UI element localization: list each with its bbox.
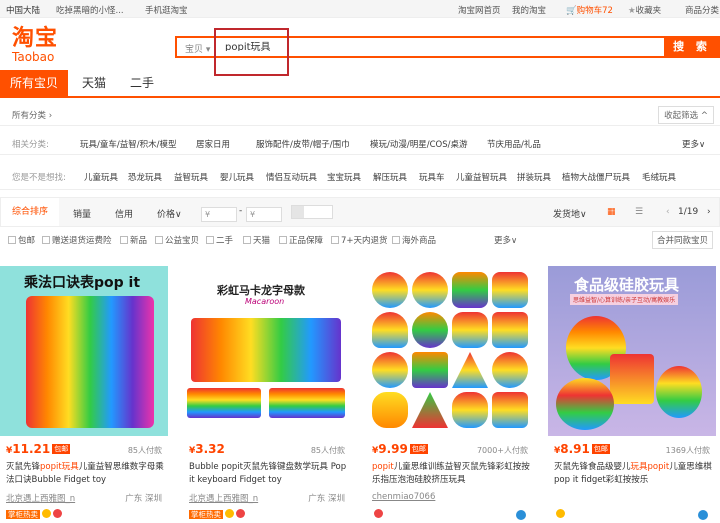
shop-link[interactable]: chenmiao7066: [372, 492, 435, 502]
tab-all[interactable]: 所有宝贝: [0, 70, 69, 96]
my-taobao-link[interactable]: 我的淘宝: [512, 4, 546, 16]
taobao-logo[interactable]: 淘宝 Taobao: [12, 28, 58, 65]
shop-link[interactable]: 北京遇上西雅图_n: [189, 492, 258, 504]
suggest-item[interactable]: 儿童玩具: [84, 171, 118, 183]
filter-checkbox[interactable]: 赠送退货运费险: [42, 234, 112, 246]
cart-icon: 🛒: [566, 6, 577, 16]
suggest-item[interactable]: 玩具车: [419, 171, 445, 183]
suggest-item[interactable]: 毛绒玩具: [642, 171, 676, 183]
cart-link[interactable]: 🛒购物车72: [566, 4, 613, 16]
collapse-filter-button[interactable]: 收起筛选 ^: [658, 106, 714, 124]
sort-bar: 综合排序 销量 信用 价格∨ ¥ - ¥ 发货地∨ ▦ ☰ ‹ 1/19 ›: [0, 197, 720, 227]
popit-toy: [556, 378, 614, 430]
prev-page-button[interactable]: ‹: [666, 207, 670, 217]
crown-icon: [42, 509, 51, 518]
popit-shapes: [372, 272, 528, 428]
price-max-input[interactable]: ¥: [246, 207, 282, 222]
filter-checkbox[interactable]: 二手: [206, 234, 233, 246]
price-range-chart: [291, 205, 333, 219]
user-link[interactable]: 吃掉黑暗的小怪...: [56, 4, 124, 16]
sort-credit[interactable]: 信用: [115, 207, 133, 220]
sort-sales[interactable]: 销量: [73, 207, 91, 220]
product-image[interactable]: 彩虹马卡龙字母款 Macaroon: [183, 266, 351, 436]
product-image[interactable]: 食品级硅胶玩具 思维益智/心算训练/亲子互动/寓教娱乐: [548, 266, 716, 436]
suggest-item[interactable]: 益智玩具: [174, 171, 208, 183]
mobile-link[interactable]: 手机逛淘宝: [145, 4, 188, 16]
suggest-item[interactable]: 拼装玩具: [517, 171, 551, 183]
filter-checkbox[interactable]: 正品保障: [279, 234, 323, 246]
region-link[interactable]: 中国大陆: [6, 4, 40, 16]
product-card[interactable]: 食品级硅胶玩具 思维益智/心算训练/亲子互动/寓教娱乐 ¥8.91 包邮 1369…: [548, 266, 716, 523]
filter-more[interactable]: 更多∨: [494, 234, 517, 246]
product-image[interactable]: [366, 266, 534, 436]
search-scope-dropdown[interactable]: 宝贝 ▾: [185, 42, 210, 55]
shop-rank-icon: [374, 509, 383, 518]
highlight-box: [214, 28, 289, 76]
related-more[interactable]: 更多∨: [682, 138, 705, 150]
suggest-item[interactable]: 情侣互动玩具: [266, 171, 317, 183]
suggest-item[interactable]: 解压玩具: [373, 171, 407, 183]
related-item[interactable]: 节庆用品/礼品: [487, 138, 541, 150]
crown-icon: [225, 509, 234, 518]
grid-view-icon[interactable]: ▦: [607, 207, 616, 217]
shop-rank-icon: [236, 509, 245, 518]
suggest-item[interactable]: 恐龙玩具: [128, 171, 162, 183]
merge-same-button[interactable]: 合并同款宝贝: [652, 231, 714, 249]
filter-checkbox[interactable]: 海外商品: [392, 234, 436, 246]
search-tabs: 所有宝贝 天猫 二手: [0, 70, 720, 98]
related-item[interactable]: 玩具/童车/益智/积木/模型: [80, 138, 176, 150]
product-card[interactable]: ¥9.99 包邮 7000+人付款 popit儿童思维训练益智灭鼠先锋彩虹按按乐指…: [366, 266, 534, 523]
suggest-item[interactable]: 宝宝玩具: [327, 171, 361, 183]
product-title[interactable]: 灭鼠先锋食品级婴儿玩具popit儿童思维棋pop it fidget彩虹按按乐: [554, 461, 714, 487]
related-item[interactable]: 模玩/动漫/明星/COS/桌游: [370, 138, 467, 150]
product-card[interactable]: 乘法口诀表pop it ¥11.21 包邮 85人付款 灭鼠先锋popit玩具儿童…: [0, 266, 168, 523]
wangwang-chat-icon[interactable]: [516, 510, 526, 520]
popit-toy: [656, 366, 702, 418]
crown-icon: [556, 509, 565, 518]
popit-toy: [187, 388, 261, 418]
product-card[interactable]: 彩虹马卡龙字母款 Macaroon ¥3.32 85人付款 Bubble pop…: [183, 266, 351, 523]
sort-default[interactable]: 综合排序: [1, 198, 59, 226]
top-bar: 中国大陆 吃掉黑暗的小怪... 手机逛淘宝 淘宝网首页 我的淘宝 🛒购物车72 …: [0, 0, 720, 18]
suggest-item[interactable]: 婴儿玩具: [220, 171, 254, 183]
suggestions: 您是不是想找: 儿童玩具 恐龙玩具 益智玩具 婴儿玩具 情侣互动玩具 宝宝玩具 …: [0, 162, 720, 190]
popit-toy: [610, 354, 654, 404]
popit-toy: [269, 388, 345, 418]
keyboard-toy: [191, 318, 341, 382]
product-title[interactable]: popit儿童思维训练益智灭鼠先锋彩虹按按乐指压泡泡硅胶挤压玩具: [372, 461, 532, 487]
tab-tmall[interactable]: 天猫: [72, 70, 116, 96]
all-categories-link[interactable]: 所有分类 ›: [12, 109, 52, 121]
filter-checkbox[interactable]: 包邮: [8, 234, 35, 246]
tab-secondhand[interactable]: 二手: [120, 70, 164, 96]
related-item[interactable]: 服饰配件/皮带/帽子/围巾: [256, 138, 350, 150]
breadcrumb: 所有分类 › 收起筛选 ^: [0, 102, 720, 126]
next-page-button[interactable]: ›: [707, 207, 711, 217]
filter-checkbox[interactable]: 7+天内退货: [331, 234, 388, 246]
suggest-item[interactable]: 儿童益智玩具: [456, 171, 507, 183]
shop-link[interactable]: 北京遇上西雅图_n: [6, 492, 75, 504]
related-item[interactable]: 居家日用: [196, 138, 230, 150]
product-title[interactable]: 灭鼠先锋popit玩具儿童益智思维数字母乘法口诀Bubble Fidget to…: [6, 461, 166, 487]
filter-checkbox[interactable]: 新品: [120, 234, 147, 246]
sort-price[interactable]: 价格∨: [157, 207, 182, 220]
filter-checkbox[interactable]: 公益宝贝: [155, 234, 199, 246]
page-indicator: 1/19: [678, 207, 699, 217]
shop-rank-icon: [53, 509, 62, 518]
star-icon: ★: [628, 6, 636, 16]
popit-toy: [26, 296, 154, 428]
list-view-icon[interactable]: ☰: [635, 207, 643, 217]
product-image[interactable]: 乘法口诀表pop it: [0, 266, 168, 436]
ship-from-dropdown[interactable]: 发货地∨: [553, 207, 587, 220]
filter-row: 包邮 赠送退货运费险 新品 公益宝贝 二手 天猫 正品保障 7+天内退货 海外商…: [0, 228, 720, 249]
favorites-link[interactable]: ★收藏夹: [628, 4, 661, 16]
price-min-input[interactable]: ¥: [201, 207, 237, 222]
category-link[interactable]: 商品分类: [685, 4, 719, 16]
search-button[interactable]: 搜 索: [664, 36, 720, 58]
suggest-item[interactable]: 植物大战僵尸玩具: [562, 171, 630, 183]
wangwang-chat-icon[interactable]: [698, 510, 708, 520]
filter-checkbox[interactable]: 天猫: [243, 234, 270, 246]
related-categories: 相关分类: 玩具/童车/益智/积木/模型 居家日用 服饰配件/皮带/帽子/围巾 …: [0, 130, 720, 155]
home-link[interactable]: 淘宝网首页: [458, 4, 501, 16]
product-title[interactable]: Bubble popit灭鼠先锋键盘数学玩具 Pop it keyboard F…: [189, 461, 349, 487]
